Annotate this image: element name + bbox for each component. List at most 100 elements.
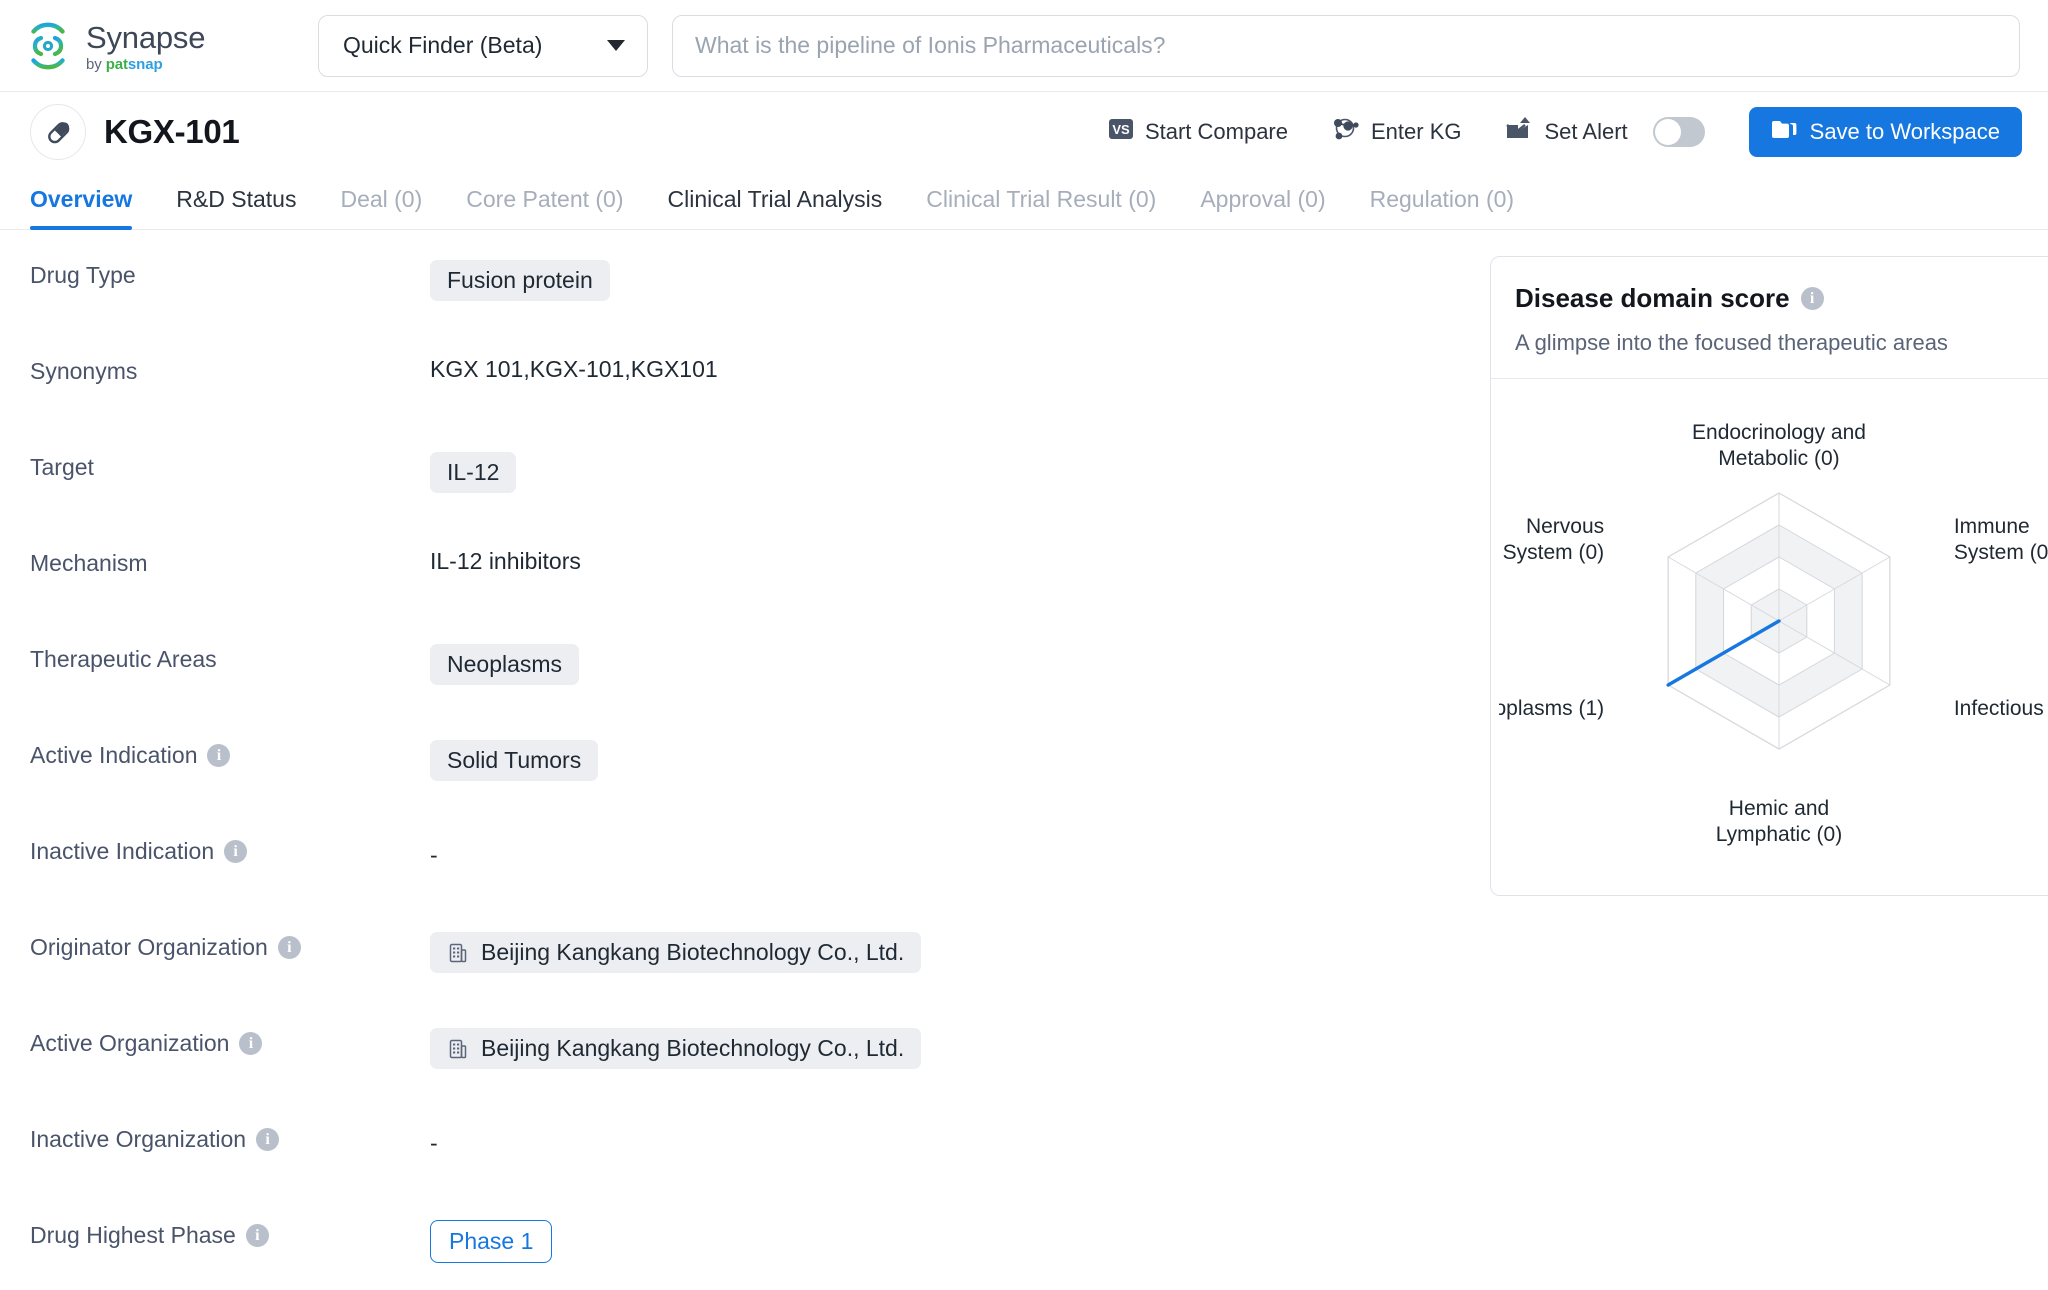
tab-label: Clinical Trial Analysis bbox=[667, 186, 883, 212]
field-label-active-indication: Active Indication i bbox=[30, 736, 430, 769]
field-value-inactive-indication: - bbox=[430, 832, 438, 869]
field-label-text: Inactive Indication bbox=[30, 838, 215, 864]
phase-badge[interactable]: Phase 1 bbox=[430, 1220, 553, 1263]
tab-core-patent-0[interactable]: Core Patent (0) bbox=[444, 186, 645, 229]
info-icon[interactable]: i bbox=[224, 840, 248, 863]
field-label-text: Synonyms bbox=[30, 358, 138, 384]
radar-axis-label-5: Nervous System (0) bbox=[1503, 515, 1605, 564]
tab-label: Clinical Trial Result (0) bbox=[926, 186, 1157, 212]
enter-kg-button[interactable]: Enter KG bbox=[1332, 115, 1461, 149]
field-row-inactive-organization: Inactive Organization i - bbox=[30, 1120, 1450, 1216]
disease-card-subtitle: A glimpse into the focused therapeutic a… bbox=[1515, 330, 1948, 355]
field-value-originator-organization: Beijing Kangkang Biotechnology Co., Ltd. bbox=[430, 928, 922, 973]
tab-bar: Overview R&D Status Deal (0) Core Patent (0… bbox=[0, 172, 2048, 230]
field-value-drug-highest-phase: Phase 1 bbox=[430, 1216, 553, 1263]
value-chip[interactable]: Fusion protein bbox=[430, 260, 610, 301]
search-box[interactable] bbox=[672, 14, 2020, 77]
field-label-drug-highest-phase: Drug Highest Phase i bbox=[30, 1216, 430, 1249]
knowledge-graph-icon bbox=[1332, 115, 1360, 149]
value-chip[interactable]: IL-12 bbox=[430, 452, 517, 493]
drug-header: KGX-101 VS Start Compare Enter KG Set Al… bbox=[0, 92, 2048, 172]
svg-text:VS: VS bbox=[1112, 122, 1130, 137]
field-label-active-organization: Active Organization i bbox=[30, 1024, 430, 1057]
value-chip-label: Neoplasms bbox=[447, 651, 563, 677]
set-alert-control[interactable]: Set Alert bbox=[1505, 116, 1705, 148]
info-icon[interactable]: i bbox=[239, 1032, 263, 1055]
tab-regulation-0[interactable]: Regulation (0) bbox=[1348, 186, 1536, 229]
organization-name: Beijing Kangkang Biotechnology Co., Ltd. bbox=[481, 1035, 905, 1061]
set-alert-toggle[interactable] bbox=[1652, 117, 1705, 147]
brand-snap: snap bbox=[127, 55, 163, 73]
folder-icon bbox=[1771, 118, 1797, 146]
content-area: Drug Type Fusion protein Synonyms KGX 101,K… bbox=[0, 230, 2048, 1290]
field-value-mechanism: IL-12 inhibitors bbox=[430, 544, 581, 575]
field-row-active-indication: Active Indication i Solid Tumors bbox=[30, 736, 1450, 832]
value-text: KGX 101,KGX-101,KGX101 bbox=[430, 356, 718, 382]
field-row-drug-highest-phase: Drug Highest Phase i Phase 1 bbox=[30, 1216, 1450, 1290]
info-icon[interactable]: i bbox=[245, 1224, 269, 1247]
radar-chart-container: Endocrinology and Metabolic (0) Immune Syst… bbox=[1491, 379, 2048, 855]
radar-axis-label-0: Endocrinology and Metabolic (0) bbox=[1692, 421, 1866, 470]
synapse-swirl-logo-icon bbox=[22, 20, 74, 72]
field-value-synonyms: KGX 101,KGX-101,KGX101 bbox=[430, 352, 718, 383]
field-label-text: Inactive Organization bbox=[30, 1126, 247, 1152]
field-label-text: Originator Organization bbox=[30, 934, 268, 960]
brand-by: by bbox=[86, 55, 106, 73]
value-chip[interactable]: Neoplasms bbox=[430, 644, 580, 685]
tab-r-d-status[interactable]: R&D Status bbox=[154, 186, 318, 229]
tab-clinical-trial-analysis[interactable]: Clinical Trial Analysis bbox=[646, 186, 905, 229]
field-label-mechanism: Mechanism bbox=[30, 544, 430, 577]
field-label-text: Active Organization bbox=[30, 1030, 230, 1056]
start-compare-button[interactable]: VS Start Compare bbox=[1108, 116, 1288, 148]
tab-label: Approval (0) bbox=[1200, 186, 1326, 212]
tab-label: R&D Status bbox=[176, 186, 297, 212]
value-chip[interactable]: Solid Tumors bbox=[430, 740, 599, 781]
field-row-inactive-indication: Inactive Indication i - bbox=[30, 832, 1450, 928]
value-chip-label: Solid Tumors bbox=[447, 747, 582, 773]
field-label-text: Target bbox=[30, 454, 94, 480]
tab-approval-0[interactable]: Approval (0) bbox=[1178, 186, 1347, 229]
save-to-workspace-button[interactable]: Save to Workspace bbox=[1748, 107, 2022, 157]
toggle-knob bbox=[1654, 119, 1681, 145]
field-value-active-indication: Solid Tumors bbox=[430, 736, 599, 781]
brand-logo[interactable]: Synapse by patsnap bbox=[22, 20, 312, 72]
page-title: KGX-101 bbox=[104, 113, 240, 150]
tab-clinical-trial-result-0[interactable]: Clinical Trial Result (0) bbox=[904, 186, 1178, 229]
field-row-originator-organization: Originator Organization i Beijing Kangkang… bbox=[30, 928, 1450, 1024]
radar-axis-label-2: Infectious (0) bbox=[1954, 697, 2048, 720]
field-row-active-organization: Active Organization i Beijing Kangkang Bio… bbox=[30, 1024, 1450, 1120]
top-bar: Synapse by patsnap Quick Finder (Beta) bbox=[0, 0, 2048, 92]
quick-finder-select[interactable]: Quick Finder (Beta) bbox=[318, 14, 648, 77]
radar-axis-label-1: Immune System (0) bbox=[1954, 515, 2048, 564]
search-input[interactable] bbox=[695, 32, 1997, 59]
tab-overview[interactable]: Overview bbox=[30, 186, 154, 230]
field-row-target: Target IL-12 bbox=[30, 448, 1450, 544]
field-label-inactive-indication: Inactive Indication i bbox=[30, 832, 430, 865]
value-text: IL-12 inhibitors bbox=[430, 548, 581, 574]
chevron-down-icon bbox=[607, 40, 625, 51]
company-building-icon bbox=[447, 1038, 469, 1060]
field-label-text: Drug Highest Phase bbox=[30, 1222, 236, 1248]
info-icon[interactable]: i bbox=[1800, 287, 1824, 310]
field-value-active-organization: Beijing Kangkang Biotechnology Co., Ltd. bbox=[430, 1024, 922, 1069]
radar-axis-label-4: Neoplasms (1) bbox=[1499, 697, 1604, 720]
organization-name: Beijing Kangkang Biotechnology Co., Ltd. bbox=[481, 939, 905, 965]
tab-deal-0[interactable]: Deal (0) bbox=[318, 186, 444, 229]
field-row-therapeutic-areas: Therapeutic Areas Neoplasms bbox=[30, 640, 1450, 736]
field-value-inactive-organization: - bbox=[430, 1120, 438, 1157]
empty-value: - bbox=[430, 842, 438, 868]
disease-domain-radar-chart: Endocrinology and Metabolic (0) Immune Syst… bbox=[1499, 421, 2048, 846]
tab-label: Regulation (0) bbox=[1369, 186, 1515, 212]
info-icon[interactable]: i bbox=[256, 1128, 280, 1151]
organization-chip[interactable]: Beijing Kangkang Biotechnology Co., Ltd. bbox=[430, 932, 922, 973]
info-icon[interactable]: i bbox=[277, 936, 301, 959]
disease-card-title: Disease domain score bbox=[1515, 283, 1790, 313]
field-label-target: Target bbox=[30, 448, 430, 481]
field-label-therapeutic-areas: Therapeutic Areas bbox=[30, 640, 430, 673]
info-icon[interactable]: i bbox=[207, 744, 231, 767]
save-to-workspace-label: Save to Workspace bbox=[1809, 119, 2000, 144]
brand-name: Synapse bbox=[86, 19, 206, 55]
tab-label: Overview bbox=[30, 186, 133, 212]
organization-chip[interactable]: Beijing Kangkang Biotechnology Co., Ltd. bbox=[430, 1028, 922, 1069]
field-label-inactive-organization: Inactive Organization i bbox=[30, 1120, 430, 1153]
